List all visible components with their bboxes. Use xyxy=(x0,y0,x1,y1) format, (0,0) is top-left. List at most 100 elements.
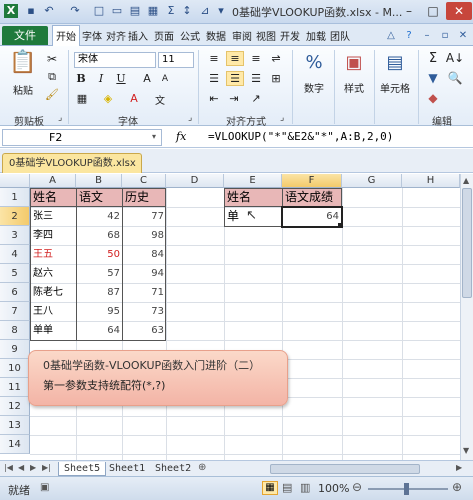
scroll-up-icon[interactable]: ▲ xyxy=(463,176,469,185)
table-cell-name[interactable]: 张三 xyxy=(31,207,76,226)
column-header-b[interactable]: B xyxy=(76,174,122,188)
merge-center-icon[interactable]: ⊞ xyxy=(268,72,284,85)
table-cell-history[interactable]: 94 xyxy=(123,264,166,283)
sheet-tab-sheet1[interactable]: Sheet1 xyxy=(104,462,150,476)
column-header-f[interactable]: F xyxy=(282,174,342,188)
table-cell-chinese[interactable]: 64 xyxy=(77,321,122,340)
table-cell-history[interactable]: 77 xyxy=(123,207,166,226)
table-cell-name[interactable]: 王五 xyxy=(31,245,76,264)
paste-label[interactable]: 粘贴 xyxy=(8,82,38,97)
sheet-tab-sheet2[interactable]: Sheet2 xyxy=(150,462,196,476)
row-header[interactable]: 6 xyxy=(0,283,30,302)
increase-indent-icon[interactable]: ⇥ xyxy=(226,92,242,105)
select-all-corner[interactable] xyxy=(0,174,30,188)
row-header[interactable]: 11 xyxy=(0,378,30,397)
row-header[interactable]: 5 xyxy=(0,264,30,283)
alignment-launcher-icon[interactable]: ⌟ xyxy=(280,113,284,123)
customize-qat-icon[interactable]: ▾ xyxy=(214,4,228,18)
table-header-history[interactable]: 历史 xyxy=(123,188,166,207)
restore-window-icon[interactable]: ▫ xyxy=(438,29,452,42)
fill-handle[interactable] xyxy=(338,223,343,228)
format-painter-icon[interactable]: 🖌 xyxy=(44,88,60,101)
redo-icon[interactable]: ↷ xyxy=(68,4,82,18)
excel-app-icon[interactable]: X xyxy=(4,4,18,18)
new-icon[interactable]: □ xyxy=(92,4,106,18)
cells-button[interactable]: 单元格 xyxy=(376,80,414,95)
column-header-a[interactable]: A xyxy=(30,174,76,188)
align-middle-icon[interactable]: ≡ xyxy=(226,51,244,66)
underline-button[interactable]: U xyxy=(114,72,128,85)
align-left-icon[interactable]: ☰ xyxy=(206,72,222,85)
lookup-header-score[interactable]: 语文成绩 xyxy=(283,188,342,207)
filter-icon[interactable]: ⊿ xyxy=(198,4,212,18)
page-layout-view-icon[interactable]: ▤ xyxy=(282,481,292,494)
align-center-icon[interactable]: ☰ xyxy=(226,71,244,86)
close-button[interactable]: ✕ xyxy=(446,2,472,20)
name-box[interactable]: F2 xyxy=(2,129,162,146)
row-header[interactable]: 2 xyxy=(0,207,30,226)
row-header[interactable]: 9 xyxy=(0,340,30,359)
border-icon[interactable]: ▦ xyxy=(74,92,90,105)
table-cell-history[interactable]: 84 xyxy=(123,245,166,264)
vertical-scrollbar[interactable]: ▲ ▼ xyxy=(460,174,473,460)
minimize-button[interactable]: – xyxy=(396,2,422,20)
name-box-dropdown-icon[interactable]: ▾ xyxy=(152,132,156,141)
maximize-button[interactable]: □ xyxy=(420,2,446,20)
save-icon[interactable]: ▪ xyxy=(24,4,38,18)
table-cell-chinese[interactable]: 42 xyxy=(77,207,122,226)
column-header-d[interactable]: D xyxy=(166,174,224,188)
tab-team[interactable]: 团队 xyxy=(330,28,350,43)
column-header-e[interactable]: E xyxy=(224,174,282,188)
document-tab[interactable]: 0基础学VLOOKUP函数.xlsx xyxy=(2,153,142,173)
table-cell-name[interactable]: 赵六 xyxy=(31,264,76,283)
align-top-icon[interactable]: ≡ xyxy=(206,52,222,65)
grow-font-icon[interactable]: A xyxy=(140,72,154,85)
number-format-icon[interactable]: % xyxy=(300,52,328,73)
scroll-down-icon[interactable]: ▼ xyxy=(463,446,469,455)
tab-addins[interactable]: 加载 xyxy=(306,28,326,43)
tab-review[interactable]: 审阅 xyxy=(232,28,252,43)
row-header[interactable]: 14 xyxy=(0,435,30,454)
font-name-combo[interactable]: 宋体 xyxy=(74,52,156,68)
tab-home[interactable]: 开始 xyxy=(52,25,80,46)
table-cell-chinese[interactable]: 95 xyxy=(77,302,122,321)
scroll-right-icon[interactable]: ▶ xyxy=(456,463,462,472)
tab-page[interactable]: 页面 xyxy=(154,28,174,43)
copy-icon[interactable]: ⧉ xyxy=(44,70,60,84)
insert-sheet-icon[interactable]: ⊕ xyxy=(198,462,206,473)
sort-filter-icon[interactable]: A↓ xyxy=(444,51,466,65)
bold-button[interactable]: B xyxy=(74,72,88,85)
undo-icon[interactable]: ↶ xyxy=(42,4,56,18)
prev-sheet-icon[interactable]: ◀ xyxy=(18,463,24,472)
preview-icon[interactable]: ▦ xyxy=(146,4,160,18)
tab-font[interactable]: 字体 xyxy=(82,28,102,43)
row-header[interactable]: 12 xyxy=(0,397,30,416)
shrink-font-icon[interactable]: A xyxy=(158,74,172,84)
font-launcher-icon[interactable]: ⌟ xyxy=(188,113,192,123)
table-cell-chinese[interactable]: 50 xyxy=(77,245,122,264)
autosum-icon[interactable]: Σ xyxy=(426,51,440,66)
row-header[interactable]: 4 xyxy=(0,245,30,264)
table-cell-history[interactable]: 73 xyxy=(123,302,166,321)
table-header-name[interactable]: 姓名 xyxy=(31,188,76,207)
worksheet-grid[interactable]: A B C D E F G H 1 2 3 4 5 6 7 8 9 10 11 … xyxy=(0,174,460,460)
minimize-window-icon[interactable]: – xyxy=(420,29,434,42)
orientation-icon[interactable]: ↗ xyxy=(248,92,264,105)
align-right-icon[interactable]: ☰ xyxy=(248,72,264,85)
tab-formula[interactable]: 公式 xyxy=(180,28,200,43)
tab-view[interactable]: 视图 xyxy=(256,28,276,43)
table-cell-chinese[interactable]: 87 xyxy=(77,283,122,302)
sort-icon[interactable]: ↕ xyxy=(180,4,194,18)
insert-function-icon[interactable]: fx xyxy=(176,130,186,143)
table-cell-chinese[interactable]: 68 xyxy=(77,226,122,245)
table-header-chinese[interactable]: 语文 xyxy=(77,188,122,207)
paste-icon[interactable]: 📋 xyxy=(6,50,40,80)
last-sheet-icon[interactable]: ▶| xyxy=(42,463,51,472)
cells-icon[interactable]: ▤ xyxy=(380,52,410,73)
row-header[interactable]: 1 xyxy=(0,188,30,207)
table-cell-history[interactable]: 63 xyxy=(123,321,166,340)
clipboard-launcher-icon[interactable]: ⌟ xyxy=(58,113,62,123)
tab-data[interactable]: 数据 xyxy=(206,28,226,43)
zoom-slider-thumb[interactable] xyxy=(404,483,409,495)
phonetic-icon[interactable]: 文 xyxy=(152,92,168,107)
